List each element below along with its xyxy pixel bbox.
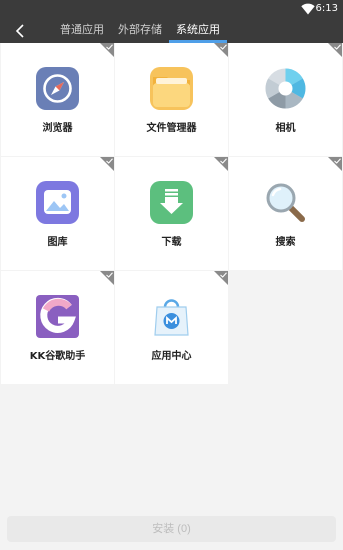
status-time: 6:13 [315,3,338,14]
app-tile-kk-google-assistant[interactable]: KK谷歌助手 [1,271,114,384]
folder-icon [150,67,193,110]
select-check-icon[interactable] [100,43,114,57]
app-tile-file-manager[interactable]: 文件管理器 [115,43,228,156]
select-check-icon[interactable] [328,43,342,57]
app-label: 浏览器 [42,123,73,134]
wifi-icon [301,3,315,15]
app-tile-gallery[interactable]: 图库 [1,157,114,270]
kk-google-icon [36,295,79,338]
compass-icon [36,67,79,110]
back-arrow-icon[interactable] [14,23,28,39]
app-label: 下载 [161,237,182,248]
app-label: 相机 [275,123,296,134]
select-check-icon[interactable] [214,271,228,285]
tab-system-apps[interactable]: 系统应用 [169,18,227,43]
app-center-icon [154,299,189,336]
gallery-icon [36,181,79,224]
install-button[interactable]: 安装 (0) [7,516,336,542]
app-tile-search[interactable]: 搜索 [229,157,342,270]
app-grid: 浏览器 文件管理器 相机 图库 下载 搜索 KK谷歌助手 应用中心 [1,43,342,384]
app-label: 应用中心 [151,351,192,362]
status-bar: 6:13 [0,0,343,18]
select-check-icon[interactable] [214,157,228,171]
magnifier-icon [266,183,305,222]
app-label: 搜索 [275,237,296,248]
select-check-icon[interactable] [214,43,228,57]
aperture-icon [265,68,306,109]
app-tile-download[interactable]: 下载 [115,157,228,270]
tab-external-storage[interactable]: 外部存储 [111,18,169,43]
app-label: 图库 [47,237,68,248]
app-header: 普通应用 外部存储 系统应用 [0,18,343,43]
tab-normal-apps[interactable]: 普通应用 [53,18,111,43]
app-tile-app-center[interactable]: 应用中心 [115,271,228,384]
app-tile-browser[interactable]: 浏览器 [1,43,114,156]
download-icon [150,181,193,224]
tab-bar: 普通应用 外部存储 系统应用 [53,18,227,43]
select-check-icon[interactable] [100,157,114,171]
app-label: KK谷歌助手 [29,351,86,362]
app-tile-camera[interactable]: 相机 [229,43,342,156]
select-check-icon[interactable] [328,157,342,171]
app-label: 文件管理器 [146,123,197,134]
select-check-icon[interactable] [100,271,114,285]
